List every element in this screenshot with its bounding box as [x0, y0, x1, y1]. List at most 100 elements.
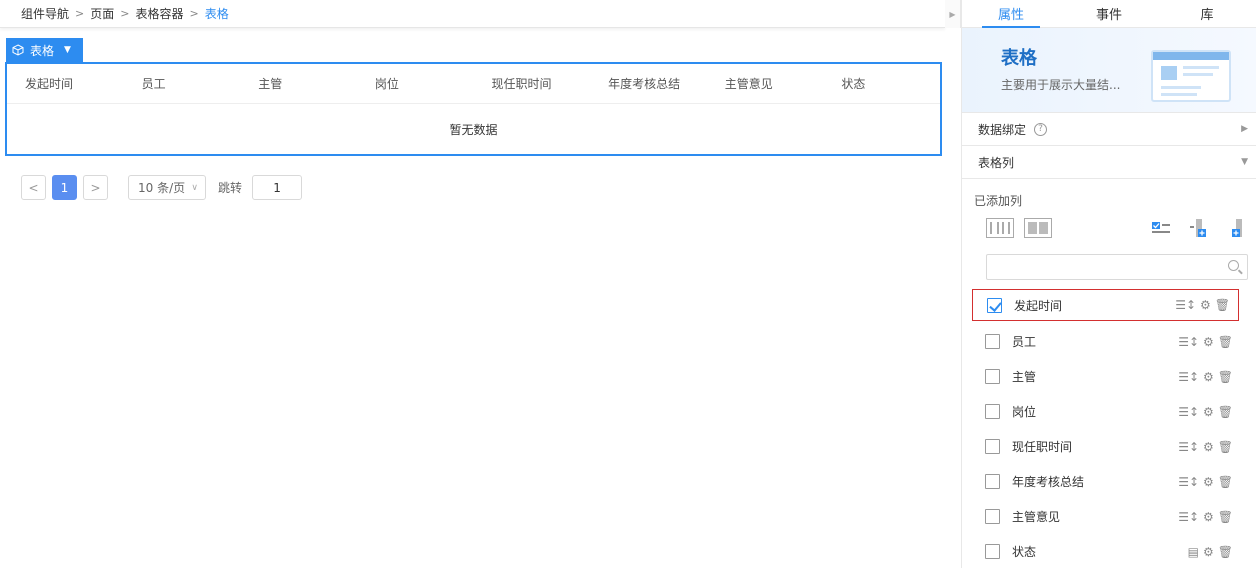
- column-list-item[interactable]: 岗位 ☰↕ ⚙ 🗑: [971, 394, 1241, 429]
- trash-icon[interactable]: 🗑: [1218, 335, 1233, 349]
- column-layout-block-icon[interactable]: [1024, 218, 1052, 238]
- table-header: 发起时间 员工 主管 岗位 现任职时间 年度考核总结 主管意见 状态: [7, 64, 940, 104]
- gear-icon[interactable]: ⚙: [1203, 545, 1214, 559]
- column-checkbox[interactable]: [985, 509, 1000, 524]
- page-size-select[interactable]: 10 条/页 ∨: [128, 175, 206, 200]
- trash-icon[interactable]: 🗑: [1218, 545, 1233, 559]
- panel-tabs: 属性 事件 库: [962, 0, 1256, 28]
- column-checkbox[interactable]: [985, 544, 1000, 559]
- chevron-right-icon: >: [189, 7, 199, 20]
- column-search-input[interactable]: [986, 254, 1248, 280]
- component-tag-label: 表格: [30, 43, 55, 58]
- sort-icon[interactable]: ☰↕: [1178, 335, 1199, 349]
- sort-icon[interactable]: ☰↕: [1178, 370, 1199, 384]
- prev-page-button[interactable]: <: [21, 175, 46, 200]
- breadcrumb-current[interactable]: 表格: [205, 5, 229, 22]
- column-list-item[interactable]: 状态 ▤ ⚙ 🗑: [971, 534, 1241, 568]
- jump-page-input[interactable]: 1: [252, 175, 303, 200]
- column-checkbox[interactable]: [987, 297, 1002, 313]
- column-list-label: 主管: [1012, 370, 1037, 384]
- component-hero: 表格 主要用于展示大量结...: [962, 28, 1256, 113]
- add-column-left-icon[interactable]: [1190, 218, 1208, 238]
- trash-icon[interactable]: 🗑: [1215, 298, 1230, 312]
- caret-right-icon: ▶: [1241, 124, 1248, 134]
- trash-icon[interactable]: 🗑: [1218, 440, 1233, 454]
- section-title: 数据绑定: [978, 122, 1027, 137]
- breadcrumb-item[interactable]: 组件导航: [21, 5, 69, 22]
- sort-icon[interactable]: ☰↕: [1178, 475, 1199, 489]
- column-header[interactable]: 岗位: [357, 75, 474, 92]
- sort-icon[interactable]: ☰↕: [1175, 298, 1196, 312]
- column-checkbox[interactable]: [985, 474, 1000, 489]
- table-columns-section[interactable]: 表格列 ▼: [962, 146, 1256, 179]
- tab-events[interactable]: 事件: [1060, 0, 1158, 27]
- column-header[interactable]: 发起时间: [7, 75, 124, 92]
- data-table[interactable]: 发起时间 员工 主管 岗位 现任职时间 年度考核总结 主管意见 状态 暂无数据: [5, 62, 942, 156]
- column-list: 发起时间 ☰↕ ⚙ 🗑 员工 ☰↕ ⚙ 🗑 主管 ☰↕ ⚙ 🗑 岗位 ☰↕ ⚙ …: [971, 289, 1241, 568]
- column-list-item[interactable]: 主管 ☰↕ ⚙ 🗑: [971, 359, 1241, 394]
- column-header[interactable]: 主管: [240, 75, 357, 92]
- chevron-down-icon: ∨: [191, 182, 198, 193]
- column-list-label: 主管意见: [1012, 510, 1061, 524]
- tab-properties[interactable]: 属性: [962, 0, 1060, 28]
- gear-icon[interactable]: ⚙: [1203, 440, 1214, 454]
- column-checkbox[interactable]: [985, 404, 1000, 419]
- column-list-label: 岗位: [1012, 405, 1037, 419]
- jump-label: 跳转: [218, 181, 243, 195]
- help-icon[interactable]: ?: [1034, 122, 1048, 136]
- check-list-icon[interactable]: [1152, 218, 1170, 238]
- breadcrumb-item[interactable]: 页面: [90, 5, 114, 22]
- trash-icon[interactable]: 🗑: [1218, 405, 1233, 419]
- gear-icon[interactable]: ⚙: [1203, 475, 1214, 489]
- trash-icon[interactable]: 🗑: [1218, 510, 1233, 524]
- tab-library[interactable]: 库: [1158, 0, 1256, 27]
- add-column-right-icon[interactable]: [1228, 218, 1246, 238]
- column-list-item[interactable]: 发起时间 ☰↕ ⚙ 🗑: [972, 289, 1239, 321]
- column-header[interactable]: 年度考核总结: [590, 75, 707, 92]
- column-header[interactable]: 现任职时间: [474, 75, 591, 92]
- column-layout-split-icon[interactable]: [986, 218, 1014, 238]
- gear-icon[interactable]: ⚙: [1203, 510, 1214, 524]
- caret-down-icon[interactable]: ▼: [64, 45, 71, 55]
- component-tag[interactable]: 表格 ▼: [6, 38, 83, 62]
- page-size-value: 10 条/页: [138, 181, 186, 195]
- trash-icon[interactable]: 🗑: [1218, 370, 1233, 384]
- column-list-label: 发起时间: [1014, 298, 1063, 313]
- breadcrumb: 组件导航 > 页面 > 表格容器 > 表格: [0, 0, 945, 28]
- panel-collapse-handle[interactable]: ▶: [945, 0, 961, 28]
- column-checkbox[interactable]: [985, 334, 1000, 349]
- search-icon[interactable]: [1228, 260, 1239, 271]
- app-root: 组件导航 > 页面 > 表格容器 > 表格 ▶ 表格 ▼ 发起时间 员工 主管 …: [0, 0, 1256, 568]
- page-number-button[interactable]: 1: [52, 175, 77, 200]
- gear-icon[interactable]: ⚙: [1200, 298, 1211, 312]
- column-list-label: 员工: [1012, 335, 1037, 349]
- gear-icon[interactable]: ⚙: [1203, 405, 1214, 419]
- trash-icon[interactable]: 🗑: [1218, 475, 1233, 489]
- column-header[interactable]: 主管意见: [707, 75, 824, 92]
- column-list-label: 年度考核总结: [1012, 475, 1085, 489]
- column-toolbar: [986, 218, 1246, 240]
- gear-icon[interactable]: ⚙: [1203, 370, 1214, 384]
- column-checkbox[interactable]: [985, 439, 1000, 454]
- next-page-button[interactable]: >: [83, 175, 108, 200]
- pagination: < 1 > 10 条/页 ∨ 跳转 1: [21, 175, 303, 200]
- column-list-item[interactable]: 主管意见 ☰↕ ⚙ 🗑: [971, 499, 1241, 534]
- table-illustration-icon: [1151, 50, 1231, 102]
- section-title: 表格列: [978, 155, 1015, 170]
- column-list-label: 状态: [1012, 545, 1037, 559]
- data-binding-section[interactable]: 数据绑定 ? ▶: [962, 113, 1256, 146]
- sort-icon[interactable]: ☰↕: [1178, 510, 1199, 524]
- sort-icon[interactable]: ☰↕: [1178, 440, 1199, 454]
- gear-icon[interactable]: ⚙: [1203, 335, 1214, 349]
- caret-down-icon: ▼: [1241, 157, 1248, 167]
- column-list-item[interactable]: 年度考核总结 ☰↕ ⚙ 🗑: [971, 464, 1241, 499]
- column-list-item[interactable]: 现任职时间 ☰↕ ⚙ 🗑: [971, 429, 1241, 464]
- column-header[interactable]: 员工: [124, 75, 241, 92]
- breadcrumb-item[interactable]: 表格容器: [135, 5, 183, 22]
- table-edit-icon[interactable]: ▤: [1188, 545, 1199, 559]
- sort-icon[interactable]: ☰↕: [1178, 405, 1199, 419]
- column-header[interactable]: 状态: [823, 75, 940, 92]
- column-list-item[interactable]: 员工 ☰↕ ⚙ 🗑: [971, 324, 1241, 359]
- column-list-label: 现任职时间: [1012, 440, 1073, 454]
- column-checkbox[interactable]: [985, 369, 1000, 384]
